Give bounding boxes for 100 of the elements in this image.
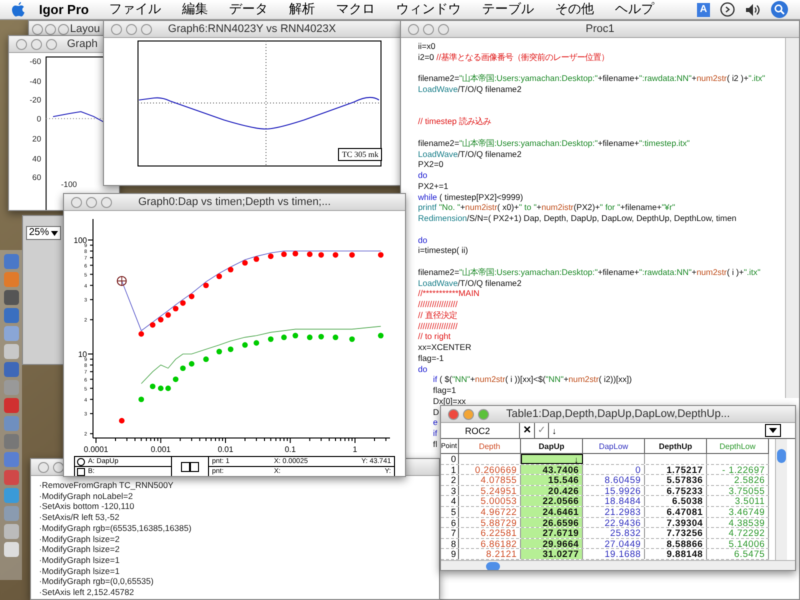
code-line: PX2=0 [418,159,444,170]
input-menu-icon[interactable]: A [697,2,710,16]
horizontal-scrollbar[interactable] [441,560,795,570]
table-cell: 4.38539 [707,518,769,528]
zoom-button[interactable] [46,38,57,50]
cell-name-field[interactable]: ROC2 [441,424,519,436]
close-button[interactable] [111,24,122,34]
table-cell: 15.546 [521,475,583,485]
close-button[interactable] [448,408,459,420]
menu-button[interactable] [765,424,781,437]
app-icon[interactable] [4,254,18,269]
code-line: //***********MAIN [418,288,480,299]
cursor-marker-icon[interactable] [77,468,85,476]
vertical-scrollbar[interactable] [775,439,787,560]
table-cell: 7.39304 [645,518,707,528]
menu-item[interactable]: マクロ [336,0,375,20]
zoom-button[interactable] [478,408,489,420]
row-number: 1 [441,464,459,474]
code-line: Redimension/S/N=( PX2+1) Dap, Depth, DapUp, DapLow, DepthUp, DepthLow, timen [418,213,736,224]
history-line: ·SetAxis bottom -120,110 [39,501,134,512]
close-button[interactable] [408,24,419,34]
minimize-button[interactable] [45,24,56,34]
row-number: 6 [441,518,459,528]
column-header[interactable]: DepthUp [645,439,707,453]
window-title: Graph [67,38,98,50]
accept-button[interactable]: ✓ [534,423,549,438]
menu-item[interactable]: ウィンドウ [396,0,461,20]
menu-item[interactable]: ファイル [108,0,161,20]
minimize-button[interactable] [463,408,474,420]
app-icon[interactable] [4,470,18,485]
code-line: if [433,428,438,439]
column-header[interactable]: Depth [459,439,521,453]
menu-item[interactable]: その他 [554,0,594,20]
app-icon[interactable] [4,524,18,539]
data-point [332,252,338,258]
app-icon[interactable] [4,290,18,305]
menu-item[interactable]: テーブル [482,0,534,20]
app-icon[interactable] [4,344,18,359]
app-icon[interactable] [4,398,18,413]
minimize-button[interactable] [423,24,434,34]
menu-item[interactable]: ヘルプ [614,0,654,20]
zoom-dropdown[interactable]: 25% [26,226,62,240]
table-cell: 1.75217 [645,464,707,474]
close-button[interactable] [38,462,49,472]
history-line: ·SetAxis left 2,152.45782 [39,587,134,598]
column-header[interactable]: DapLow [583,439,645,453]
column-header[interactable]: DapUp [521,439,583,453]
data-point [281,251,287,258]
tick-label: -20 [30,96,42,105]
data-point [216,348,222,354]
menu-item[interactable]: 解析 [288,0,315,20]
cancel-button[interactable]: ✕ [519,423,534,438]
minimize-button[interactable] [86,196,97,208]
code-line: ///////////////// [418,320,458,332]
minimize-button[interactable] [53,462,64,472]
tick-label: 20 [32,134,42,144]
app-menu[interactable]: Igor Pro [39,0,89,20]
data-point [332,334,338,340]
crosshair-cursor-icon[interactable] [116,276,127,286]
column-header[interactable]: DepthLow [707,439,769,453]
tick-label: -60 [30,56,42,66]
scroll-thumb[interactable] [777,449,786,463]
table-cell: 5.14006 [707,538,769,548]
zoom-button[interactable] [438,24,449,34]
zoom-button[interactable] [101,196,112,208]
minimize-button[interactable] [126,24,137,34]
cursor-marker-icon[interactable] [77,458,85,466]
app-icon[interactable] [4,542,18,557]
code-line: ///////////////// [418,299,458,310]
apple-logo-icon[interactable] [12,2,25,17]
close-button[interactable] [71,196,82,208]
history-line: ·ModifyGraph rgb=(65535,16385,16385) [39,522,192,534]
window-title: Layou [70,22,100,36]
data-point [216,274,222,280]
app-icon[interactable] [4,308,18,323]
data-point [378,332,384,338]
data-point [268,336,274,342]
history-line: ·ModifyGraph rgb=(0,0,65535) [39,576,154,588]
app-icon[interactable] [4,434,18,449]
two-square-icon[interactable] [181,462,199,472]
minimize-button[interactable] [31,38,42,50]
table-cell: 24.6461 [521,506,583,517]
menu-item[interactable]: データ [228,0,268,20]
zoom-button[interactable] [58,24,69,34]
search-icon[interactable] [771,1,788,18]
close-button[interactable] [32,24,43,34]
caret-icon [769,428,777,433]
history-line: ·ModifyGraph lsize=1 [39,566,120,576]
code-line: do [418,170,428,181]
table-cell: ↓ [521,454,583,464]
scroll-thumb[interactable] [486,562,500,570]
close-button[interactable] [16,38,27,50]
app-icon[interactable] [4,326,18,341]
vertical-scrollbar[interactable] [785,38,799,398]
zoom-button[interactable] [141,24,152,34]
menu-item[interactable]: 編集 [182,0,208,20]
speaker-icon[interactable] [745,2,761,16]
code-line: flag=-1 [418,352,444,364]
entry-field[interactable]: ↓ [549,424,765,436]
app-icon[interactable] [4,362,18,377]
